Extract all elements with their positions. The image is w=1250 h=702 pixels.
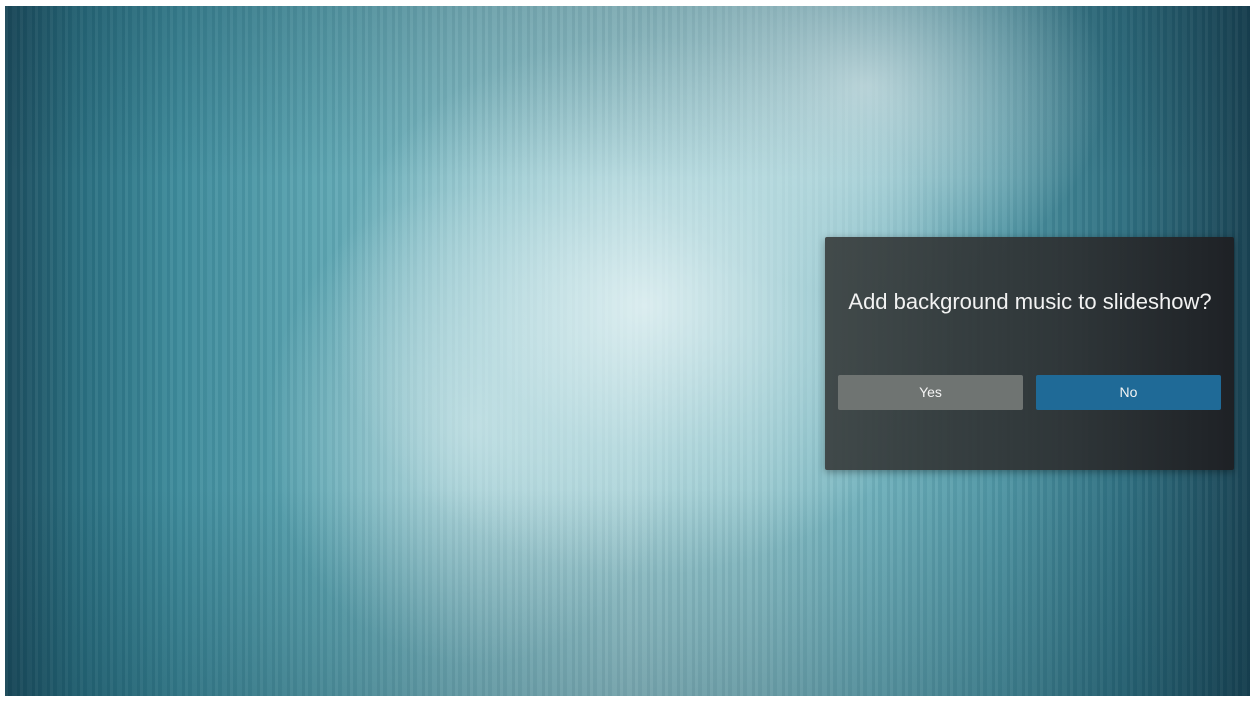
- no-button[interactable]: No: [1036, 375, 1221, 410]
- background-music-dialog: Add background music to slideshow? Yes N…: [825, 237, 1234, 470]
- yes-button[interactable]: Yes: [838, 375, 1023, 410]
- dialog-question: Add background music to slideshow?: [848, 289, 1212, 314]
